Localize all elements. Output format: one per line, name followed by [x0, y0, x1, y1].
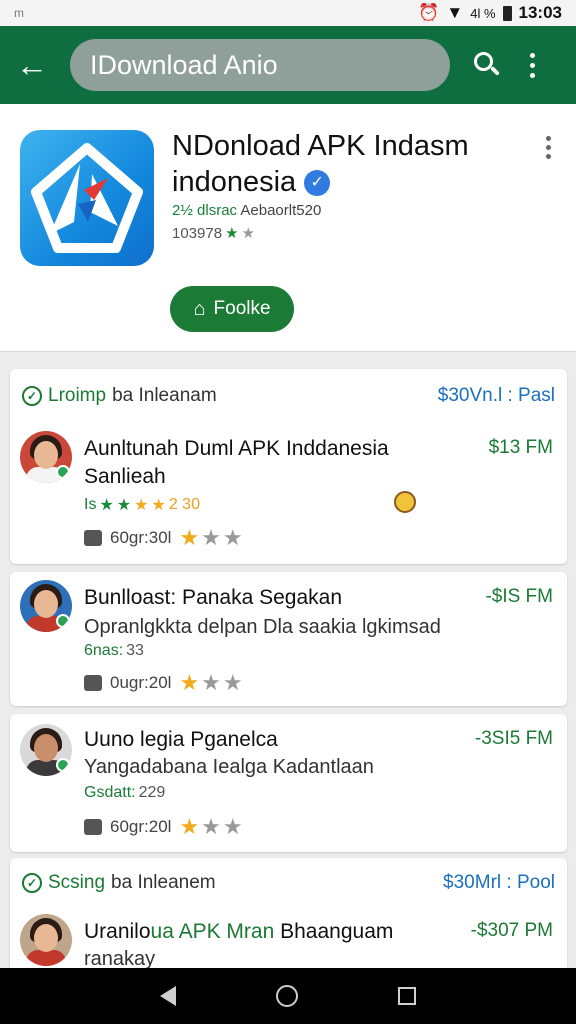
follow-button[interactable]: ⌂ Foolke: [170, 286, 294, 332]
battery-icon: [502, 5, 512, 21]
section-card: ✓ Lroimp ba Inleanam $30Vn.l : Pasl Aunl…: [10, 369, 567, 564]
section-header: ✓ Scsing ba Inleanem $30Mrl : Pool: [22, 872, 555, 894]
developer-row: 2½ dlsrac Aebaorlt520: [172, 202, 322, 219]
app-title: NDonload APK Indasm indonesia ✓: [172, 130, 469, 198]
rating-count: 103978: [172, 224, 223, 242]
check-circle-icon: ✓: [22, 873, 42, 893]
wifi-icon: ▼: [446, 3, 464, 22]
avatar: [20, 914, 72, 966]
item-stats: Is ★ ★ ★ ★ 2 30: [84, 496, 200, 514]
item-title: Uuno legia Pganelca: [84, 728, 278, 751]
item-meta: 60gr:20l ★★★: [84, 814, 245, 840]
item-price: $13 FM: [488, 437, 553, 458]
item-title: Uraniloua APK Mran Bhaanguam: [84, 920, 394, 943]
avatar: [20, 431, 72, 483]
section-link[interactable]: $30Vn.l : Pasl: [438, 385, 555, 407]
app-bar: ← IDownload Anio: [0, 26, 576, 104]
clock: 13:03: [518, 3, 562, 22]
item-price: -$IS FM: [485, 586, 553, 607]
section-card: ✓ Scsing ba Inleanem $30Mrl : Pool Urani…: [10, 858, 567, 978]
nav-back-icon[interactable]: [160, 986, 176, 1006]
search-input[interactable]: IDownload Anio: [70, 39, 450, 91]
section-link[interactable]: $30Mrl : Pool: [443, 872, 555, 894]
item-title: Bunlloast: Panaka Segakan: [84, 586, 343, 609]
app-icon: [20, 130, 154, 266]
item-price: -3SI5 FM: [474, 728, 553, 749]
list-item-card[interactable]: Uuno legia Pganelca -3SI5 FM Yangadabana…: [10, 714, 567, 852]
alarm-icon: ⏰: [418, 3, 440, 22]
signal-text: 4l %: [470, 5, 496, 21]
status-left-icon: m: [14, 6, 24, 20]
star-empty-icon: ★: [241, 225, 255, 242]
more-options-icon[interactable]: [546, 136, 551, 159]
search-icon[interactable]: [472, 50, 502, 80]
thumb-icon: [84, 530, 102, 546]
item-meta: 60gr:30l ★★★: [84, 525, 245, 551]
item-price: -$307 PM: [470, 920, 553, 941]
app-header: NDonload APK Indasm indonesia ✓ 2½ dlsra…: [0, 104, 576, 352]
developer-name[interactable]: Aebaorlt520: [240, 202, 321, 219]
verified-icon: ✓: [304, 170, 331, 197]
section-header: ✓ Lroimp ba Inleanam $30Vn.l : Pasl: [22, 385, 555, 407]
list-item-card[interactable]: Bunlloast: Panaka Segakan -$IS FM Opranl…: [10, 572, 567, 706]
status-bar: m ⏰ ▼ 4l % 13:03: [0, 0, 576, 26]
star-icon: ★: [225, 225, 239, 242]
nav-home-icon[interactable]: [276, 985, 298, 1007]
item-stats: Gsdatt: 229: [84, 784, 166, 801]
item-subtitle: Yangadabana Iealga Kadantlaan: [84, 756, 374, 778]
list-item[interactable]: Uraniloua APK Mran Bhaanguam -$307 PM ra…: [10, 914, 567, 974]
item-title: Aunltunah Duml APK Inddanesia Sanlieah: [84, 437, 389, 488]
thumb-icon: [84, 675, 102, 691]
nav-recents-icon[interactable]: [398, 987, 416, 1005]
item-subtitle: Opranlgkkta delpan Dla saakia lgkimsad: [84, 616, 441, 638]
rating-row: 103978 ★ ★: [172, 224, 255, 243]
item-stats: 6nas: 33: [84, 642, 144, 659]
avatar: [20, 580, 72, 632]
back-arrow-icon[interactable]: ←: [16, 49, 54, 81]
item-meta: 0ugr:20l ★★★: [84, 670, 245, 696]
overflow-menu-icon[interactable]: [530, 52, 535, 78]
check-circle-icon: ✓: [22, 386, 42, 406]
emoji-icon: [394, 491, 416, 513]
search-input-text: IDownload Anio: [90, 49, 278, 80]
avatar: [20, 724, 72, 776]
system-nav-bar: [0, 968, 576, 1024]
status-icons: ⏰ ▼ 4l % 13:03: [418, 3, 562, 23]
thumb-icon: [84, 819, 102, 835]
follow-icon: ⌂: [193, 297, 206, 320]
list-item[interactable]: Aunltunah Duml APK Inddanesia Sanlieah $…: [10, 429, 567, 559]
